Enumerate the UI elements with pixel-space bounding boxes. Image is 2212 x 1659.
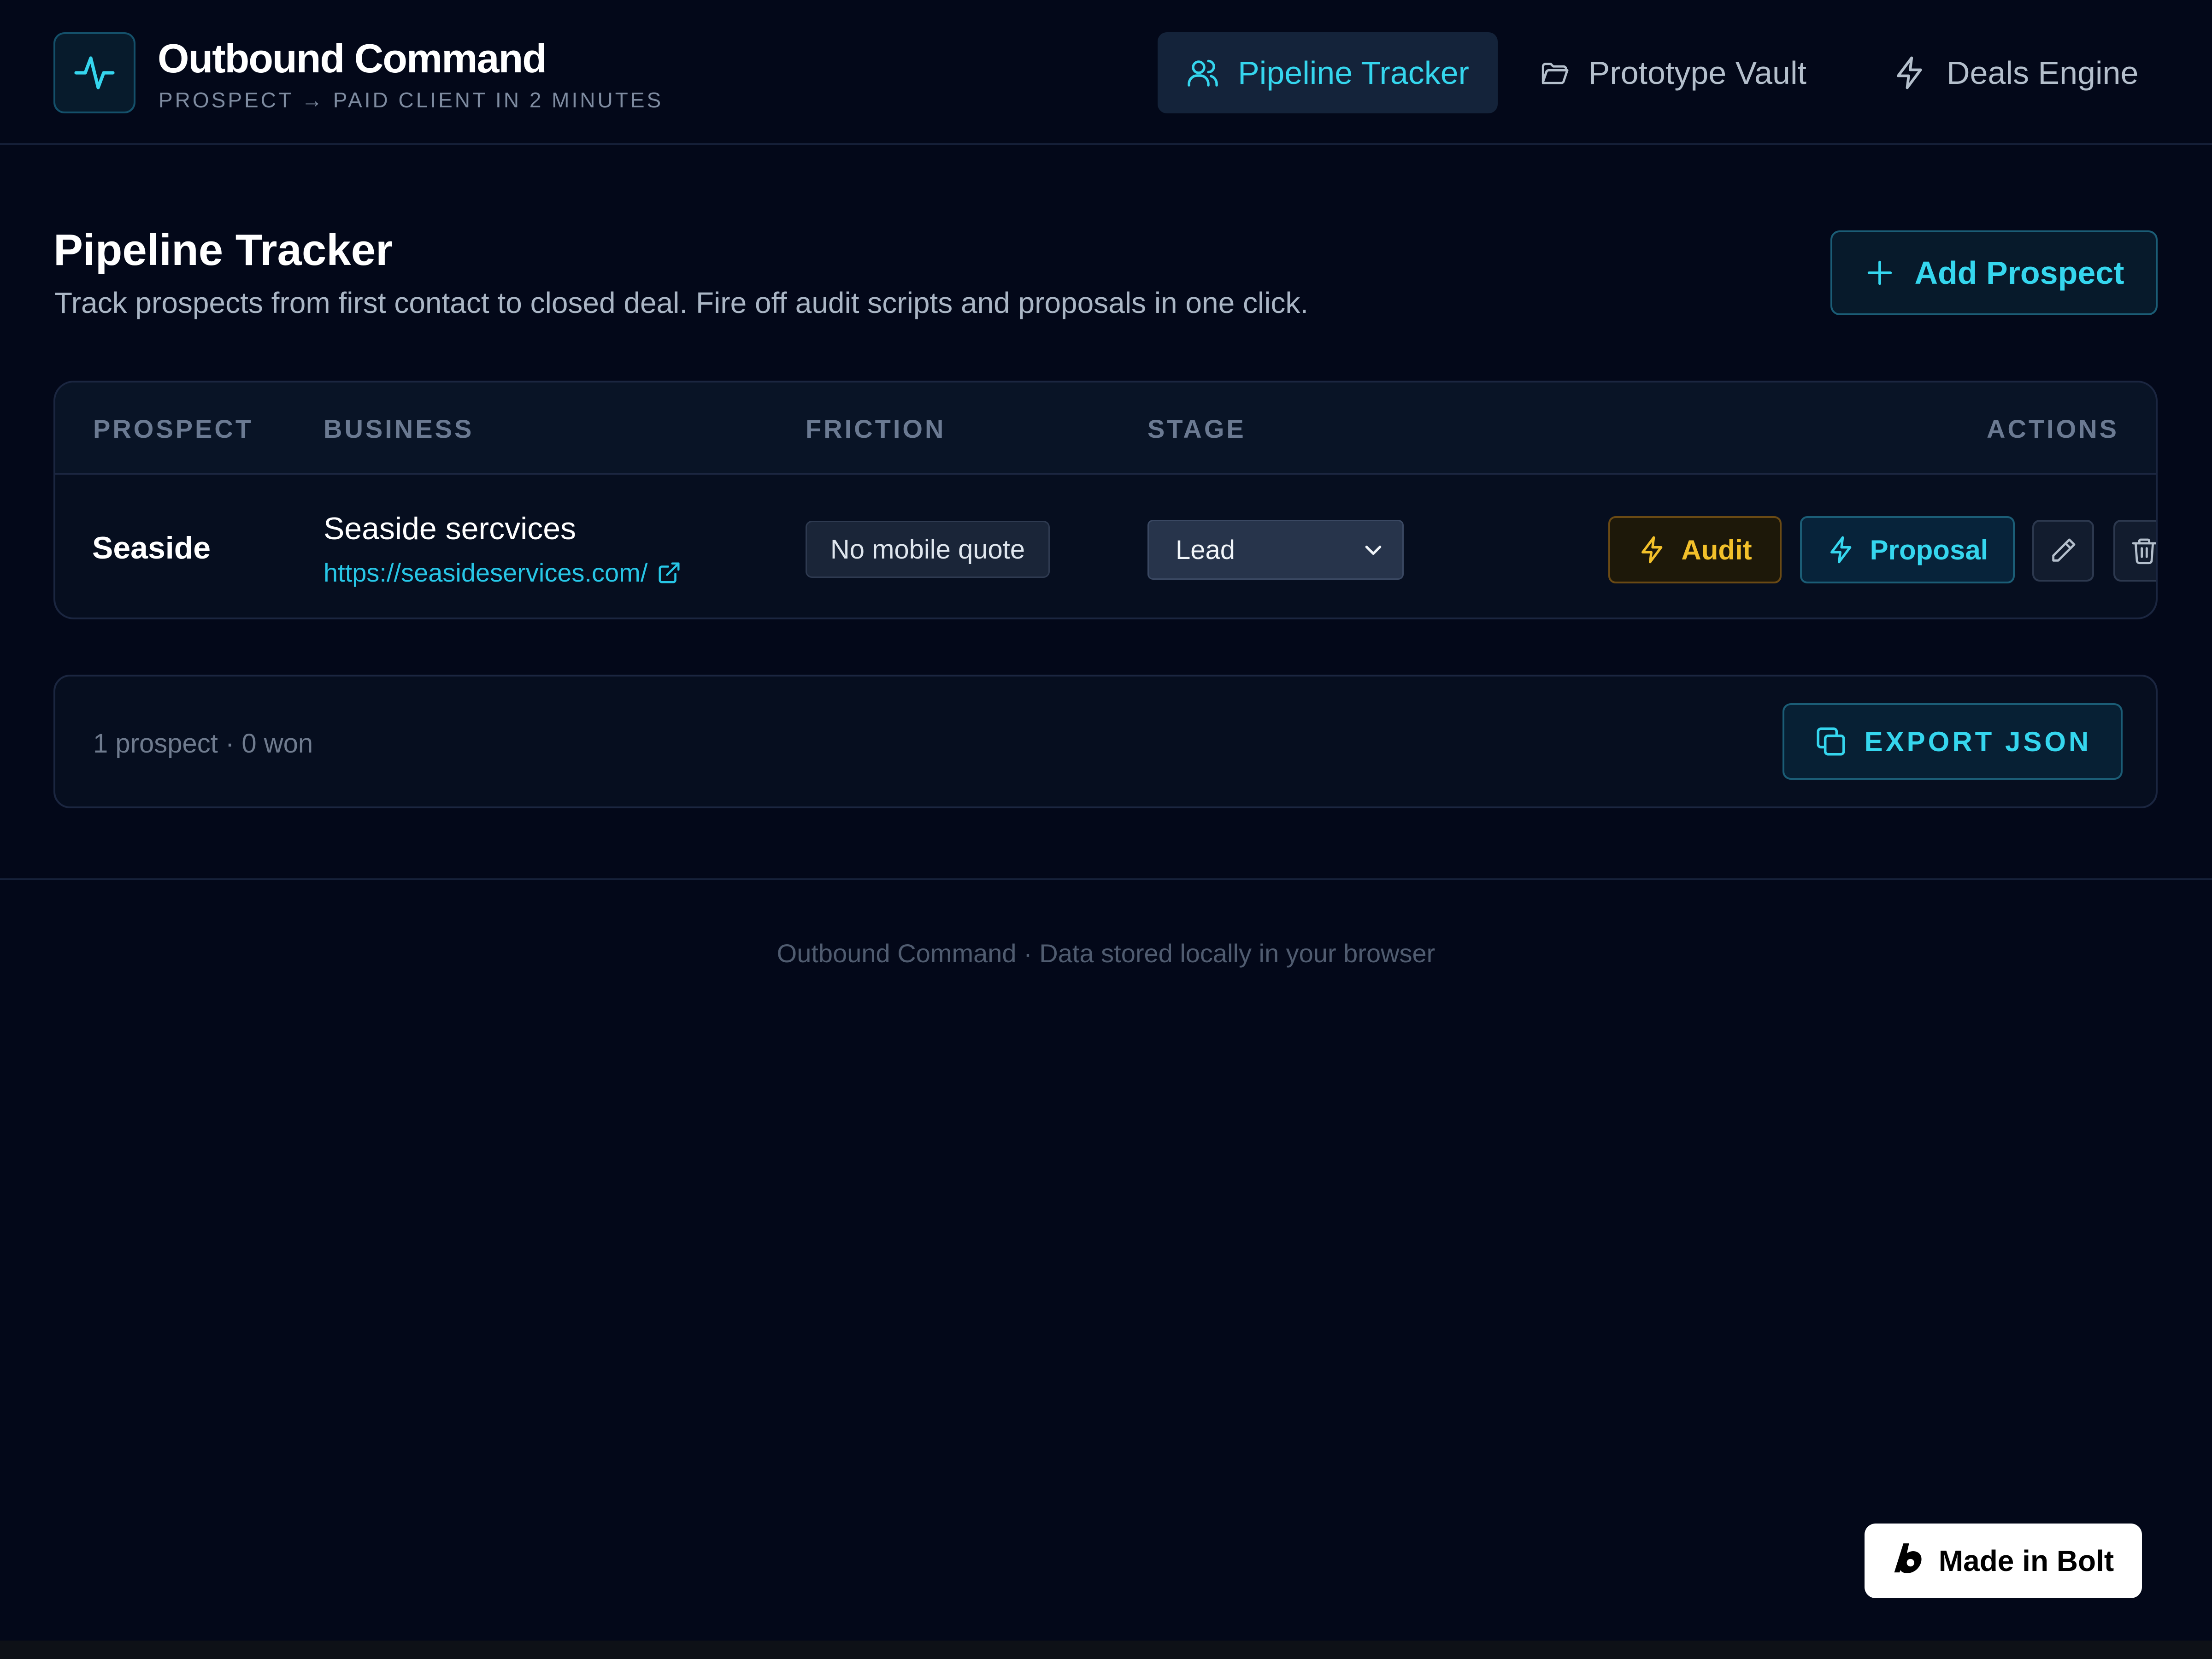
app-logo (53, 32, 135, 113)
footer-divider (0, 878, 2212, 880)
tab-label: Pipeline Tracker (1238, 55, 1469, 91)
export-json-button[interactable]: EXPORT JSON (1783, 703, 2123, 780)
column-header-stage: STAGE (1147, 414, 1246, 443)
footer-text: Outbound Command · Data stored locally i… (777, 939, 1435, 968)
proposal-label: Proposal (1870, 534, 1988, 565)
summary-bar: 1 prospect · 0 won EXPORT JSON (53, 675, 2158, 808)
table-header: PROSPECT BUSINESS FRICTION STAGE ACTIONS (55, 382, 2156, 475)
bolt-logo-icon (1894, 1543, 1922, 1573)
stage-value: Lead (1176, 535, 1235, 565)
add-prospect-button[interactable]: Add Prospect (1830, 230, 2158, 315)
business-url-link[interactable]: https://seasideservices.com/ (324, 558, 682, 588)
column-header-prospect: PROSPECT (93, 414, 254, 443)
lightning-icon (1641, 536, 1663, 564)
copy-icon (1817, 727, 1845, 756)
prospect-name: Seaside (92, 530, 211, 565)
plus-icon (1868, 260, 1892, 285)
tab-prototype-vault[interactable]: Prototype Vault (1516, 32, 1830, 113)
business-url[interactable]: https://seasideservices.com/ (324, 558, 647, 588)
tab-label: Prototype Vault (1588, 55, 1806, 91)
audit-label: Audit (1681, 534, 1752, 565)
lightning-icon (1830, 536, 1851, 564)
delete-button[interactable] (2113, 520, 2156, 582)
table-row: Seaside Seaside sercvices https://seasid… (55, 475, 2156, 618)
made-in-bolt-label: Made in Bolt (1938, 1544, 2114, 1577)
pencil-icon (2052, 538, 2076, 562)
bottom-strip (0, 1641, 2212, 1659)
app-subtitle: PROSPECT → PAID CLIENT IN 2 MINUTES (159, 88, 664, 112)
summary-text: 1 prospect · 0 won (93, 729, 313, 759)
tab-pipeline-tracker[interactable]: Pipeline Tracker (1158, 32, 1498, 113)
tab-label: Deals Engine (1947, 55, 2139, 91)
external-link-icon[interactable] (657, 560, 682, 585)
export-json-label: EXPORT JSON (1864, 726, 2092, 757)
made-in-bolt-badge[interactable]: Made in Bolt (1865, 1524, 2142, 1598)
lightning-icon (1897, 56, 1922, 89)
edit-button[interactable] (2032, 520, 2094, 582)
column-header-friction: FRICTION (806, 414, 946, 443)
column-header-business: BUSINESS (324, 414, 474, 443)
tab-deals-engine[interactable]: Deals Engine (1869, 32, 2173, 113)
friction-label: No mobile quote (830, 534, 1025, 565)
page-subtitle: Track prospects from first contact to cl… (54, 286, 1309, 319)
app-header: Outbound Command PROSPECT → PAID CLIENT … (0, 0, 2212, 145)
column-header-actions: ACTIONS (1987, 414, 2119, 443)
users-icon (1188, 59, 1218, 87)
prospects-table: PROSPECT BUSINESS FRICTION STAGE ACTIONS… (53, 381, 2158, 619)
business-name: Seaside sercvices (324, 511, 577, 546)
trash-icon (2132, 538, 2156, 565)
activity-pulse-icon (74, 56, 115, 89)
chevron-down-icon (1365, 546, 1382, 555)
proposal-button[interactable]: Proposal (1800, 516, 2015, 583)
stage-select[interactable]: Lead (1147, 520, 1404, 580)
folder-icon (1541, 63, 1569, 84)
app-title: Outbound Command (158, 35, 547, 81)
page-title: Pipeline Tracker (53, 225, 393, 275)
audit-button[interactable]: Audit (1608, 516, 1782, 583)
friction-badge: No mobile quote (806, 521, 1050, 578)
add-prospect-label: Add Prospect (1914, 255, 2124, 291)
